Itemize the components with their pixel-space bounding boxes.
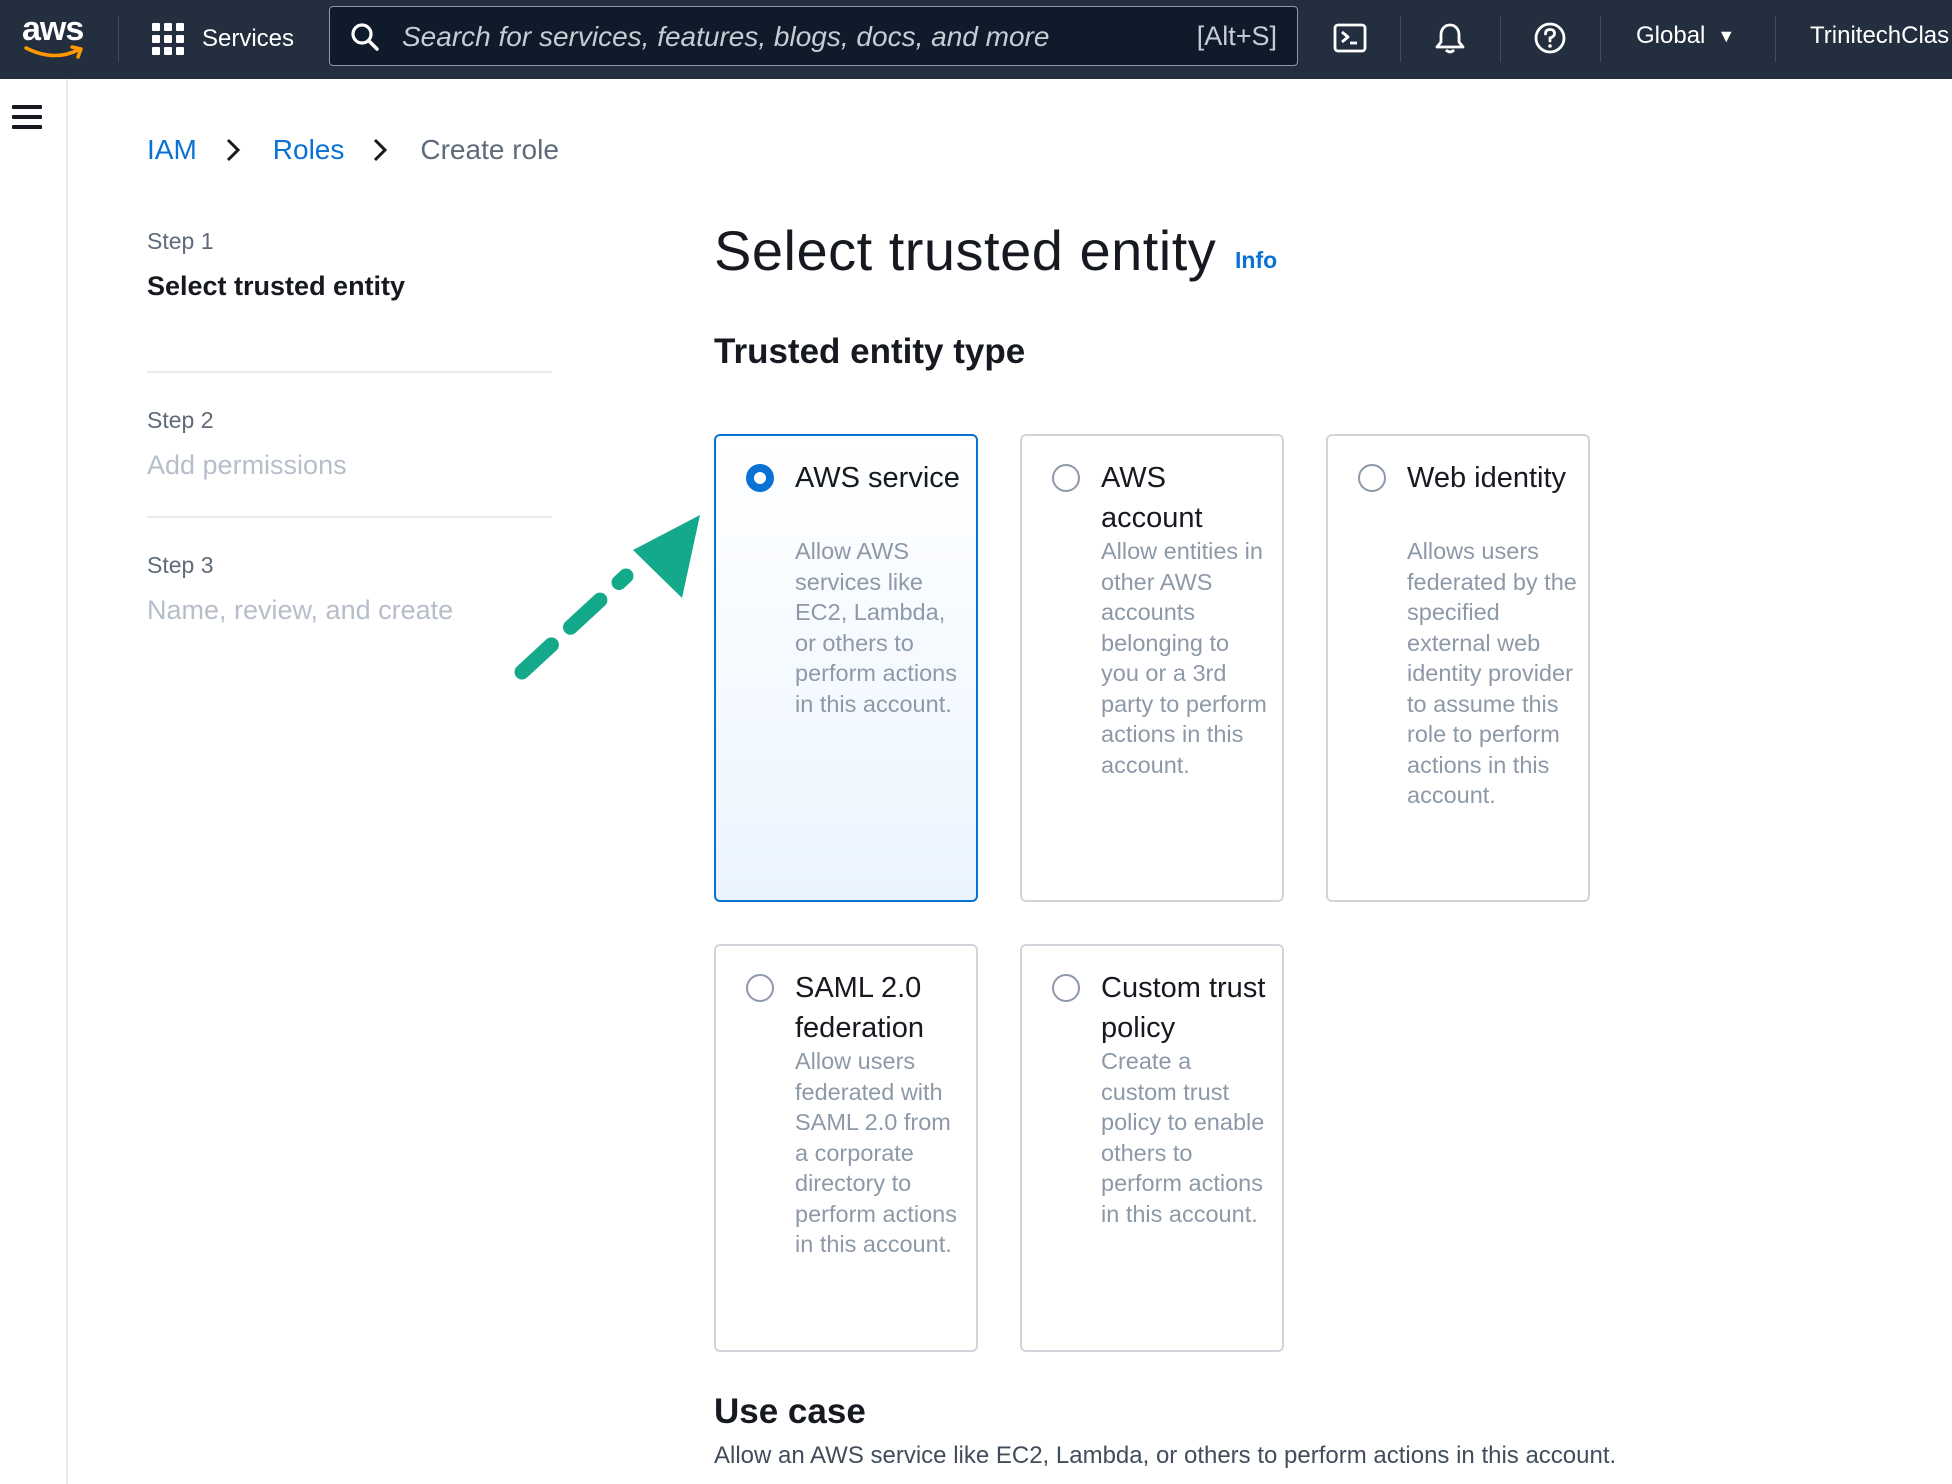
aws-logo[interactable]: aws [22, 10, 88, 66]
services-menu-button[interactable]: Services [152, 18, 294, 60]
side-navigation-rail [0, 79, 68, 1484]
tile-label: Web identity [1407, 462, 1567, 494]
tile-label: SAML 2.0 federation [795, 972, 924, 1044]
menu-hamburger-icon[interactable] [12, 105, 42, 131]
step-number: Step 3 [147, 552, 214, 578]
notifications-bell-icon[interactable] [1430, 18, 1470, 58]
radio-button[interactable] [1358, 464, 1386, 492]
services-label: Services [202, 25, 295, 52]
tile-description: Create a custom trust policy to enable o… [1101, 1048, 1265, 1227]
tile-description: Allow entities in other AWS accounts bel… [1101, 538, 1267, 778]
tile-saml-federation[interactable]: SAML 2.0 federation Allow users federate… [714, 944, 978, 1352]
step-number: Step 2 [147, 407, 214, 433]
caret-down-icon: ▼ [1717, 25, 1736, 46]
nav-divider [1775, 16, 1776, 62]
wizard-step-1[interactable]: Step 1 Select trusted entity [147, 228, 552, 373]
tile-label: Custom trust policy [1101, 972, 1266, 1044]
region-selector[interactable]: Global ▼ [1636, 22, 1735, 50]
wizard-steps: Step 1 Select trusted entity Step 2 Add … [147, 222, 552, 663]
grid-icon [152, 23, 184, 55]
step-number: Step 1 [147, 228, 214, 254]
section-title: Trusted entity type [714, 332, 1026, 371]
search-icon [350, 22, 380, 57]
tile-aws-account[interactable]: AWS account Allow entities in other AWS … [1020, 434, 1284, 902]
breadcrumb: IAM Roles Create role [147, 132, 559, 168]
search-bar[interactable]: [Alt+S] [329, 6, 1298, 66]
step-title: Name, review, and create [147, 595, 454, 625]
breadcrumb-iam-link[interactable]: IAM [147, 134, 197, 166]
tile-description: Allow users federated with SAML 2.0 from… [795, 1048, 957, 1257]
cloudshell-icon[interactable] [1330, 18, 1370, 58]
annotation-arrow-icon [514, 515, 700, 680]
top-navigation-bar: aws Services [Alt+S] [0, 0, 1952, 79]
tile-aws-service[interactable]: AWS service Allow AWS services like EC2,… [714, 434, 978, 902]
nav-divider [1400, 16, 1401, 62]
radio-button[interactable] [1052, 974, 1080, 1002]
tile-web-identity[interactable]: Web identity Allows users federated by t… [1326, 434, 1590, 902]
radio-button[interactable] [746, 974, 774, 1002]
nav-divider [1600, 16, 1601, 62]
breadcrumb-current: Create role [420, 134, 559, 165]
breadcrumb-roles-link[interactable]: Roles [273, 134, 345, 166]
tile-custom-trust-policy[interactable]: Custom trust policy Create a custom trus… [1020, 944, 1284, 1352]
use-case-description: Allow an AWS service like EC2, Lambda, o… [714, 1442, 1617, 1469]
chevron-right-icon [225, 137, 241, 163]
page-title: Select trusted entity [714, 219, 1217, 282]
radio-button-selected[interactable] [746, 464, 774, 492]
search-shortcut-hint: [Alt+S] [1196, 21, 1277, 51]
step-title: Select trusted entity [147, 271, 406, 301]
radio-button[interactable] [1052, 464, 1080, 492]
wizard-step-3: Step 3 Name, review, and create [147, 518, 552, 663]
nav-divider [1500, 16, 1501, 62]
nav-divider [118, 16, 119, 62]
wizard-step-2: Step 2 Add permissions [147, 373, 552, 518]
search-input[interactable] [400, 17, 1164, 57]
tile-description: Allows users federated by the specified … [1407, 538, 1577, 808]
step-title: Add permissions [147, 450, 347, 480]
tile-label: AWS account [1101, 462, 1203, 534]
info-link[interactable]: Info [1235, 247, 1277, 274]
tile-label: AWS service [795, 462, 960, 494]
help-icon[interactable] [1530, 18, 1570, 58]
use-case-title: Use case [714, 1392, 866, 1431]
account-menu[interactable]: TrinitechClas [1810, 22, 1949, 50]
tile-description: Allow AWS services like EC2, Lambda, or … [795, 538, 957, 717]
aws-smile-icon [24, 45, 83, 59]
chevron-right-icon [372, 137, 388, 163]
region-label: Global [1636, 22, 1706, 49]
